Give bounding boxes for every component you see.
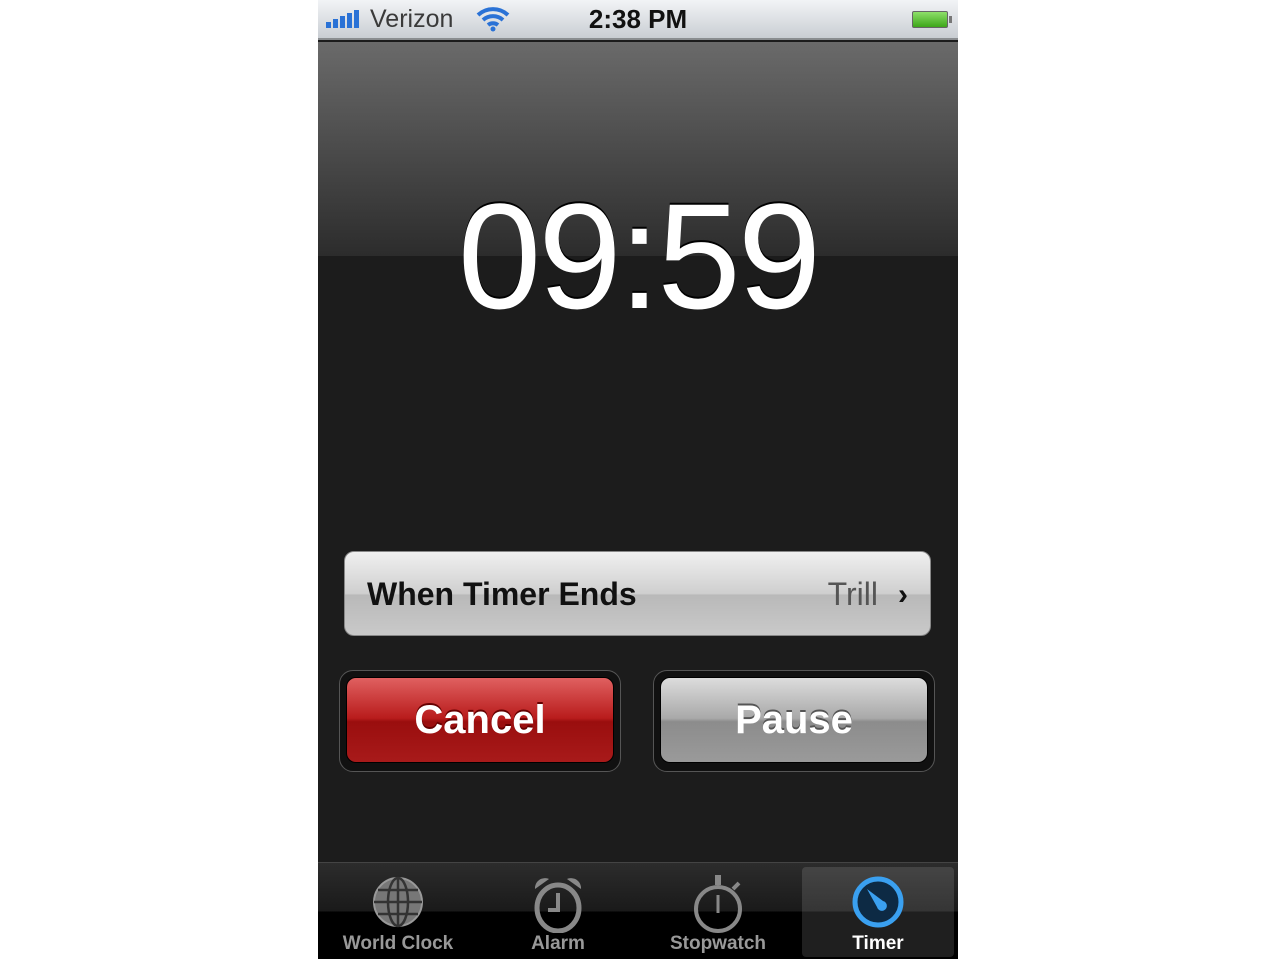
- tab-label: Alarm: [531, 933, 585, 954]
- battery-icon: [912, 11, 952, 28]
- timer-display: 09:59: [457, 172, 821, 340]
- tab-bar: World Clock Alarm Stopwatch Timer: [318, 862, 958, 959]
- tab-world-clock[interactable]: World Clock: [322, 867, 474, 957]
- timer-icon: [852, 876, 904, 928]
- when-timer-ends-row[interactable]: When Timer Ends Trill ›: [344, 551, 931, 636]
- alarm-clock-icon: [534, 878, 582, 933]
- cancel-well: Cancel: [339, 670, 621, 772]
- tab-stopwatch[interactable]: Stopwatch: [642, 867, 794, 957]
- pause-well: Pause: [653, 670, 935, 772]
- stopwatch-icon: [694, 875, 742, 933]
- sound-value: Trill: [827, 576, 878, 612]
- cancel-button[interactable]: Cancel: [346, 677, 614, 763]
- pause-button[interactable]: Pause: [660, 677, 928, 763]
- phone-screen: Verizon 2:38 PM 09:59 When Timer Ends Tr…: [318, 0, 958, 959]
- status-time: 2:38 PM: [588, 4, 688, 34]
- tab-label: Stopwatch: [669, 933, 767, 954]
- when-timer-ends-label: When Timer Ends: [367, 576, 637, 612]
- globe-icon: [373, 876, 423, 928]
- tab-label: World Clock: [342, 933, 454, 954]
- tab-label: Timer: [852, 933, 904, 954]
- chevron-right-icon: ›: [898, 578, 908, 611]
- status-bar: Verizon 2:38 PM: [318, 0, 958, 40]
- tab-timer[interactable]: Timer: [802, 867, 954, 957]
- tab-alarm[interactable]: Alarm: [482, 867, 634, 957]
